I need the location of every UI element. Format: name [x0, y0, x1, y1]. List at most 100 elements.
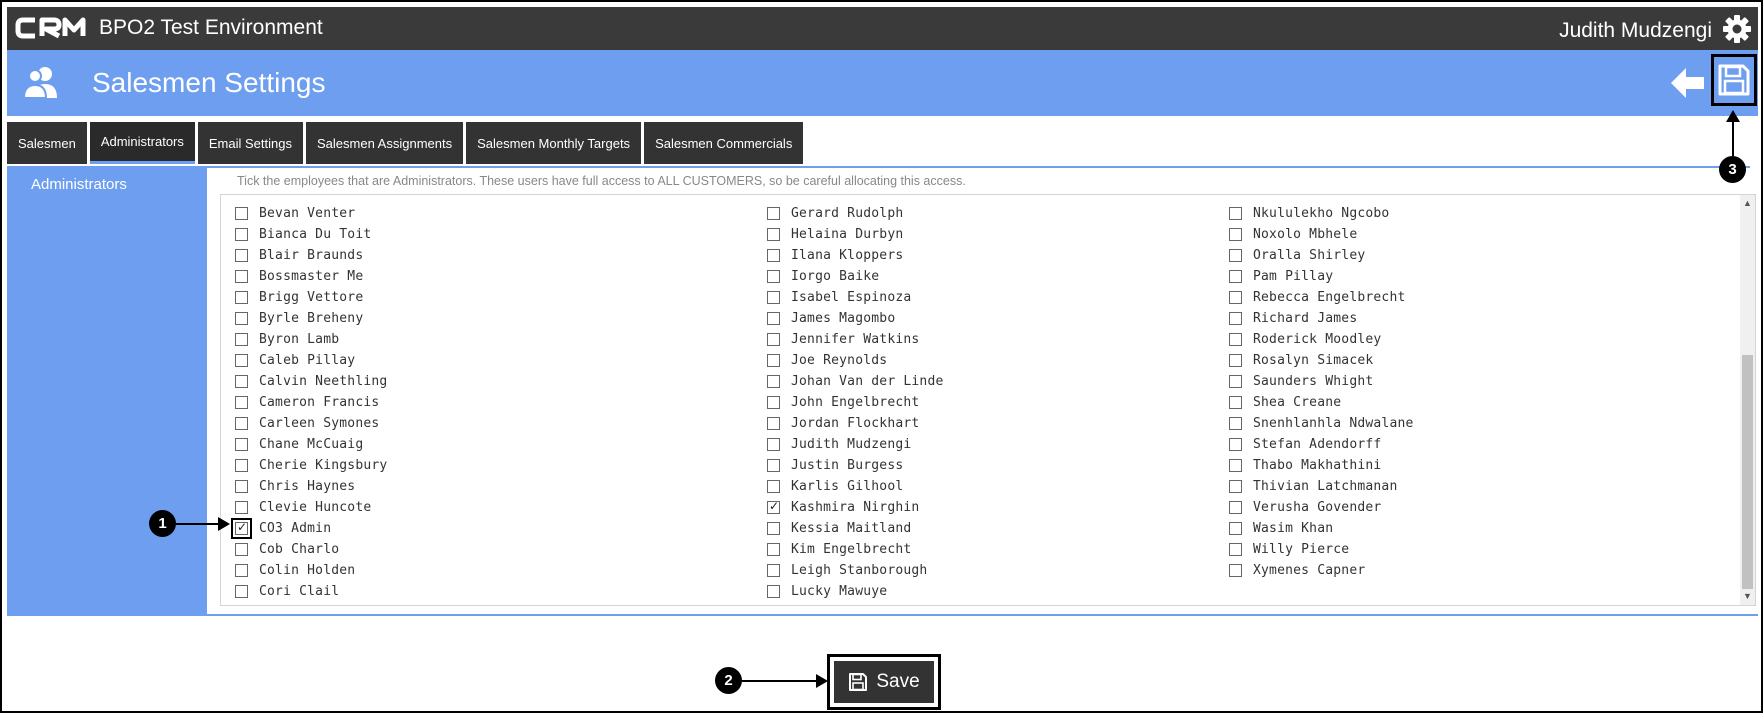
employee-checkbox[interactable] — [235, 417, 248, 430]
scrollbar[interactable]: ▲ ▼ — [1740, 195, 1755, 605]
list-item[interactable]: Cori Clail — [235, 581, 387, 602]
employee-checkbox[interactable] — [767, 396, 780, 409]
employee-checkbox[interactable] — [1229, 459, 1242, 472]
list-item[interactable]: Brigg Vettore — [235, 287, 387, 308]
employee-checkbox[interactable] — [767, 564, 780, 577]
list-item[interactable]: Stefan Adendorff — [1229, 434, 1414, 455]
employee-checkbox[interactable] — [1229, 396, 1242, 409]
employee-checkbox[interactable] — [767, 291, 780, 304]
tab-salesmen-commercials[interactable]: Salesmen Commercials — [644, 122, 804, 164]
employee-checkbox[interactable] — [235, 438, 248, 451]
list-item[interactable]: Lucky Mawuye — [767, 581, 944, 602]
employee-checkbox[interactable] — [1229, 375, 1242, 388]
list-item[interactable]: Blair Braunds — [235, 245, 387, 266]
list-item[interactable]: Iorgo Baike — [767, 266, 944, 287]
list-item[interactable]: Leigh Stanborough — [767, 560, 944, 581]
employee-checkbox[interactable] — [1229, 543, 1242, 556]
employee-checkbox[interactable] — [1229, 312, 1242, 325]
employee-checkbox[interactable] — [767, 270, 780, 283]
list-item[interactable]: CO3 Admin — [231, 518, 387, 539]
list-item[interactable]: Chris Haynes — [235, 476, 387, 497]
save-button[interactable]: Save — [827, 654, 941, 710]
employee-checkbox[interactable] — [1229, 480, 1242, 493]
list-item[interactable]: Cob Charlo — [235, 539, 387, 560]
list-item[interactable]: Byron Lamb — [235, 329, 387, 350]
list-item[interactable]: Ilana Kloppers — [767, 245, 944, 266]
list-item[interactable]: Snenhlanhla Ndwalane — [1229, 413, 1414, 434]
user-name[interactable]: Judith Mudzengi — [1559, 19, 1712, 43]
header-save-button[interactable] — [1711, 54, 1757, 106]
sidebar-item-administrators[interactable]: Administrators — [31, 176, 127, 193]
back-arrow-icon[interactable] — [1668, 65, 1706, 101]
employee-checkbox[interactable] — [767, 459, 780, 472]
list-item[interactable]: Thivian Latchmanan — [1229, 476, 1414, 497]
tab-salesmen-monthly-targets[interactable]: Salesmen Monthly Targets — [466, 122, 642, 164]
tab-email-settings[interactable]: Email Settings — [197, 122, 303, 164]
scroll-up-icon[interactable]: ▲ — [1740, 195, 1755, 212]
employee-checkbox[interactable] — [767, 228, 780, 241]
list-item[interactable]: Isabel Espinoza — [767, 287, 944, 308]
list-item[interactable]: Xymenes Capner — [1229, 560, 1414, 581]
employee-checkbox[interactable] — [1229, 522, 1242, 535]
employee-checkbox[interactable] — [1229, 249, 1242, 262]
list-item[interactable]: Jennifer Watkins — [767, 329, 944, 350]
list-item[interactable]: James Magombo — [767, 308, 944, 329]
list-item[interactable]: Gerard Rudolph — [767, 203, 944, 224]
tab-administrators[interactable]: Administrators — [89, 122, 195, 164]
list-item[interactable]: Caleb Pillay — [235, 350, 387, 371]
list-item[interactable]: Byrle Breheny — [235, 308, 387, 329]
list-item[interactable]: Calvin Neethling — [235, 371, 387, 392]
list-item[interactable]: Rosalyn Simacek — [1229, 350, 1414, 371]
list-item[interactable]: Jordan Flockhart — [767, 413, 944, 434]
employee-checkbox[interactable] — [235, 291, 248, 304]
employee-checkbox[interactable] — [767, 312, 780, 325]
employee-checkbox[interactable] — [767, 585, 780, 598]
list-item[interactable]: Colin Holden — [235, 560, 387, 581]
list-item[interactable]: Willy Pierce — [1229, 539, 1414, 560]
employee-checkbox[interactable] — [767, 543, 780, 556]
list-item[interactable]: Joe Reynolds — [767, 350, 944, 371]
gear-icon[interactable] — [1722, 14, 1752, 44]
list-item[interactable]: Johan Van der Linde — [767, 371, 944, 392]
employee-checkbox[interactable] — [1229, 417, 1242, 430]
employee-checkbox[interactable] — [1229, 207, 1242, 220]
employee-checkbox[interactable] — [235, 249, 248, 262]
employee-checkbox[interactable] — [767, 417, 780, 430]
list-item[interactable]: Saunders Whight — [1229, 371, 1414, 392]
employee-checkbox[interactable] — [235, 564, 248, 577]
employee-checkbox[interactable] — [767, 333, 780, 346]
list-item[interactable]: Helaina Durbyn — [767, 224, 944, 245]
employee-checkbox[interactable] — [767, 438, 780, 451]
employee-checkbox[interactable] — [1229, 438, 1242, 451]
employee-checkbox[interactable] — [767, 499, 780, 514]
scroll-down-icon[interactable]: ▼ — [1740, 588, 1755, 605]
employee-checkbox[interactable] — [1229, 291, 1242, 304]
list-item[interactable]: Oralla Shirley — [1229, 245, 1414, 266]
list-item[interactable]: Carleen Symones — [235, 413, 387, 434]
list-item[interactable]: Shea Creane — [1229, 392, 1414, 413]
employee-checkbox[interactable] — [1229, 501, 1242, 514]
list-item[interactable]: Karlis Gilhool — [767, 476, 944, 497]
list-item[interactable]: Roderick Moodley — [1229, 329, 1414, 350]
employee-checkbox[interactable] — [231, 518, 252, 539]
list-item[interactable]: Chane McCuaig — [235, 434, 387, 455]
employee-checkbox[interactable] — [767, 249, 780, 262]
employee-checkbox[interactable] — [235, 585, 248, 598]
list-item[interactable]: Nkululekho Ngcobo — [1229, 203, 1414, 224]
list-item[interactable]: Clevie Huncote — [235, 497, 387, 518]
list-item[interactable]: Justin Burgess — [767, 455, 944, 476]
list-item[interactable]: Rebecca Engelbrecht — [1229, 287, 1414, 308]
employee-checkbox[interactable] — [235, 207, 248, 220]
list-item[interactable]: Kim Engelbrecht — [767, 539, 944, 560]
employee-checkbox[interactable] — [235, 312, 248, 325]
list-item[interactable]: Kashmira Nirghin — [767, 497, 944, 518]
employee-checkbox[interactable] — [235, 459, 248, 472]
employee-checkbox[interactable] — [767, 522, 780, 535]
employee-checkbox[interactable] — [235, 354, 248, 367]
list-item[interactable]: Cherie Kingsbury — [235, 455, 387, 476]
employee-checkbox[interactable] — [1229, 228, 1242, 241]
employee-checkbox[interactable] — [1229, 354, 1242, 367]
list-item[interactable]: Kessia Maitland — [767, 518, 944, 539]
employee-checkbox[interactable] — [235, 228, 248, 241]
list-item[interactable]: Bevan Venter — [235, 203, 387, 224]
